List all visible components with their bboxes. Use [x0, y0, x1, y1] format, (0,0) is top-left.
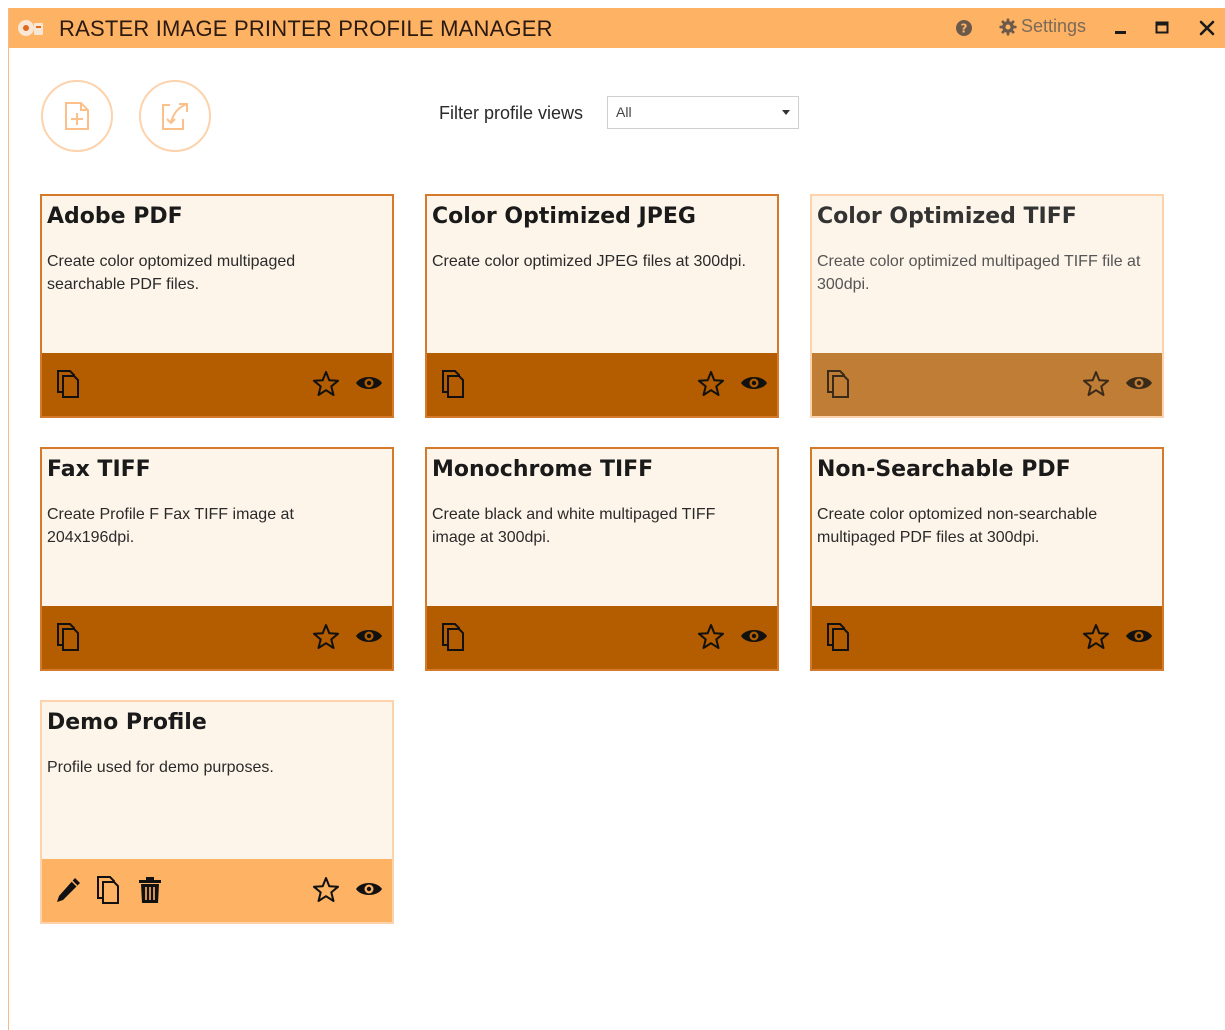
- settings-label: Settings: [1021, 16, 1087, 36]
- profile-title: Monochrome TIFF: [432, 457, 654, 482]
- app-window: RASTER IMAGE PRINTER PROFILE MANAGER ? S…: [8, 8, 1225, 1030]
- star-icon[interactable]: [1082, 622, 1110, 652]
- app-title: RASTER IMAGE PRINTER PROFILE MANAGER: [59, 16, 553, 41]
- profile-card-footer: [42, 353, 392, 416]
- filter-profile-views-select[interactable]: All: [607, 96, 799, 129]
- svg-text:?: ?: [961, 22, 968, 36]
- profile-card-demo-profile[interactable]: Demo Profile Profile used for demo purpo…: [40, 700, 394, 924]
- profile-description: Create color optimized multipaged TIFF f…: [817, 253, 1141, 293]
- maximize-icon[interactable]: [1152, 18, 1172, 38]
- new-profile-button[interactable]: [41, 80, 113, 152]
- filter-label: Filter profile views: [439, 103, 584, 123]
- close-icon[interactable]: [1197, 18, 1217, 38]
- star-icon[interactable]: [697, 369, 725, 399]
- copy-icon[interactable]: [826, 369, 854, 399]
- star-icon[interactable]: [697, 622, 725, 652]
- copy-icon[interactable]: [441, 622, 469, 652]
- copy-icon[interactable]: [56, 622, 84, 652]
- profile-title: Color Optimized JPEG: [432, 204, 696, 229]
- star-icon[interactable]: [312, 369, 340, 399]
- profile-title: Non-Searchable PDF: [817, 457, 1071, 482]
- profile-card-footer: [812, 353, 1162, 416]
- new-file-icon: [65, 102, 89, 130]
- pencil-icon[interactable]: [54, 875, 82, 905]
- settings-button[interactable]: Settings: [999, 16, 1086, 37]
- title-bar: RASTER IMAGE PRINTER PROFILE MANAGER ? S…: [9, 8, 1225, 48]
- profile-title: Demo Profile: [47, 710, 207, 735]
- eye-icon[interactable]: [354, 875, 384, 905]
- help-icon[interactable]: ?: [955, 19, 973, 37]
- star-icon[interactable]: [1082, 369, 1110, 399]
- profile-description: Create color optomized multipaged search…: [47, 253, 296, 293]
- gear-icon: [999, 17, 1017, 36]
- chevron-down-icon: [782, 110, 790, 115]
- profile-description: Create Profile F Fax TIFF image at 204x1…: [47, 506, 294, 546]
- profile-card-footer: [42, 859, 392, 922]
- profile-card-adobe-pdf[interactable]: Adobe PDF Create color optomized multipa…: [40, 194, 394, 418]
- star-icon[interactable]: [312, 875, 340, 905]
- profile-description: Create color optimized JPEG files at 300…: [432, 253, 746, 270]
- eye-icon[interactable]: [354, 622, 384, 652]
- minimize-icon[interactable]: [1111, 18, 1131, 38]
- copy-icon[interactable]: [56, 369, 84, 399]
- import-file-icon: [162, 103, 188, 130]
- copy-icon[interactable]: [96, 875, 124, 905]
- filter-selected-value: All: [616, 104, 632, 120]
- eye-icon[interactable]: [739, 369, 769, 399]
- eye-icon[interactable]: [1124, 622, 1154, 652]
- profile-title: Adobe PDF: [47, 204, 183, 229]
- profile-card-footer: [427, 353, 777, 416]
- profile-card-fax-tiff[interactable]: Fax TIFF Create Profile F Fax TIFF image…: [40, 447, 394, 671]
- app-logo-icon: [18, 20, 43, 36]
- eye-icon[interactable]: [354, 369, 384, 399]
- profile-card-color-optimized-tiff[interactable]: Color Optimized TIFF Create color optimi…: [810, 194, 1164, 418]
- profile-title: Fax TIFF: [47, 457, 151, 482]
- trash-icon[interactable]: [136, 875, 164, 905]
- eye-icon[interactable]: [739, 622, 769, 652]
- copy-icon[interactable]: [826, 622, 854, 652]
- profile-description: Create black and white multipaged TIFF i…: [432, 506, 716, 546]
- profile-description: Create color optomized non-searchable mu…: [817, 506, 1098, 546]
- import-profile-button[interactable]: [139, 80, 211, 152]
- copy-icon[interactable]: [441, 369, 469, 399]
- profile-description: Profile used for demo purposes.: [47, 759, 274, 776]
- profile-card-footer: [812, 606, 1162, 669]
- profile-card-color-optimized-jpeg[interactable]: Color Optimized JPEG Create color optimi…: [425, 194, 779, 418]
- profile-card-monochrome-tiff[interactable]: Monochrome TIFF Create black and white m…: [425, 447, 779, 671]
- eye-icon[interactable]: [1124, 369, 1154, 399]
- profile-title: Color Optimized TIFF: [817, 204, 1077, 229]
- profile-card-non-searchable-pdf[interactable]: Non-Searchable PDF Create color optomize…: [810, 447, 1164, 671]
- star-icon[interactable]: [312, 622, 340, 652]
- profile-card-footer: [427, 606, 777, 669]
- profile-card-footer: [42, 606, 392, 669]
